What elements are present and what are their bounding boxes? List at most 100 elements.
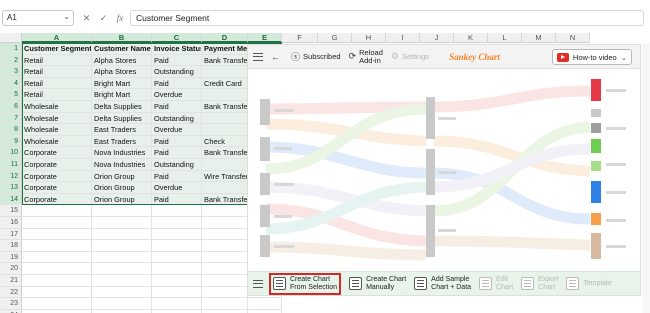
table-cell[interactable]: Bright Mart [92,89,152,101]
table-cell[interactable]: Corporate [22,193,92,206]
table-cell[interactable] [92,251,152,264]
reload-addin-button[interactable]: ⟳ Reload Add-in [349,48,383,65]
table-cell[interactable]: Corporate [22,159,92,171]
vertical-scrollbar[interactable] [642,43,650,313]
table-cell[interactable]: Check [202,135,248,148]
column-header-j[interactable]: J [420,33,454,43]
table-cell[interactable] [202,240,248,252]
table-cell[interactable]: East Traders [92,124,152,136]
table-cell[interactable]: Orion Group [92,193,152,206]
table-cell[interactable]: Paid [152,54,202,67]
table-cell[interactable]: Wire Transfer [202,170,248,183]
table-cell[interactable] [22,217,92,229]
table-cell[interactable] [152,263,202,275]
cancel-icon[interactable]: ✕ [83,13,91,24]
template-button[interactable]: Template [566,277,612,290]
table-cell[interactable]: Orion Group [92,182,152,194]
column-header-d[interactable]: D [202,33,248,43]
settings-button[interactable]: ⚙ Settings [391,51,429,62]
row-header[interactable]: 14 [0,193,22,206]
table-header-cell[interactable]: Customer Name [92,43,152,55]
table-cell[interactable] [92,275,152,287]
formula-input[interactable]: Customer Segment [130,10,644,26]
howto-video-dropdown[interactable]: How-to video ⌄ [551,49,632,65]
table-cell[interactable] [202,275,248,287]
table-cell[interactable]: Delta Supplies [92,101,152,113]
column-header-h[interactable]: H [352,33,386,43]
row-header[interactable]: 8 [0,124,22,136]
table-cell[interactable] [22,298,92,310]
table-cell[interactable] [152,251,202,264]
table-cell[interactable]: Wholesale [22,124,92,136]
table-header-cell[interactable]: Customer Segment [22,43,92,55]
table-cell[interactable]: Outstanding [152,112,202,125]
table-cell[interactable]: East Traders [92,135,152,148]
row-header[interactable]: 17 [0,228,22,241]
row-header[interactable]: 2 [0,54,22,67]
table-cell[interactable]: Wholesale [22,101,92,113]
table-cell[interactable] [92,217,152,229]
table-cell[interactable]: Bright Mart [92,77,152,90]
column-header-e[interactable]: E [248,33,282,43]
row-header[interactable]: 6 [0,101,22,113]
table-cell[interactable]: Outstanding [152,66,202,78]
table-cell[interactable] [202,228,248,241]
column-header-i[interactable]: I [386,33,420,43]
table-cell[interactable]: Paid [152,170,202,183]
column-header-c[interactable]: C [152,33,202,43]
table-cell[interactable]: Paid [152,193,202,206]
column-header-k[interactable]: K [454,33,488,43]
table-cell[interactable] [202,89,248,101]
table-cell[interactable] [152,205,202,217]
create-chart-from-selection-button[interactable]: Create Chart From Selection [269,272,342,295]
table-cell[interactable]: Paid [152,77,202,90]
table-cell[interactable] [22,263,92,275]
table-cell[interactable] [202,263,248,275]
table-cell[interactable] [202,159,248,171]
table-cell[interactable] [92,205,152,217]
table-cell[interactable]: Nova Industries [92,159,152,171]
table-cell[interactable] [202,112,248,125]
table-cell[interactable]: Bank Transfer [202,147,248,159]
table-cell[interactable]: Orion Group [92,170,152,183]
table-cell[interactable] [22,275,92,287]
table-cell[interactable]: Retail [22,77,92,90]
table-cell[interactable]: Corporate [22,170,92,183]
table-cell[interactable]: Retail [22,54,92,67]
back-button[interactable]: ← [271,52,283,62]
table-cell[interactable] [22,205,92,217]
table-cell[interactable] [202,298,248,310]
table-cell[interactable]: Overdue [152,89,202,101]
row-header[interactable]: 19 [0,251,22,264]
row-header[interactable]: 22 [0,286,22,299]
table-header-cell[interactable]: Invoice Status [152,43,202,55]
table-cell[interactable] [202,217,248,229]
table-cell[interactable] [92,286,152,299]
row-header[interactable]: 12 [0,170,22,183]
column-header-a[interactable]: A [22,33,92,43]
table-cell[interactable] [152,286,202,299]
table-cell[interactable] [202,251,248,264]
column-header-f[interactable]: F [282,33,318,43]
column-header-m[interactable]: M [522,33,556,43]
table-cell[interactable] [202,66,248,78]
table-cell[interactable] [22,251,92,264]
column-header-l[interactable]: L [488,33,522,43]
table-cell[interactable]: Retail [22,89,92,101]
table-cell[interactable] [202,286,248,299]
row-header[interactable]: 3 [0,66,22,78]
row-header[interactable]: 23 [0,298,22,310]
table-cell[interactable] [152,275,202,287]
table-cell[interactable]: Alpha Stores [92,66,152,78]
table-cell[interactable] [202,205,248,217]
edit-chart-button[interactable]: Edit Chart [479,276,513,292]
name-box[interactable]: A1 ⌄ [2,10,74,26]
table-cell[interactable]: Alpha Stores [92,54,152,67]
table-cell[interactable] [152,298,202,310]
row-header[interactable]: 9 [0,135,22,148]
table-cell[interactable]: Bank Transfer [202,101,248,113]
table-cell[interactable]: Outstanding [152,159,202,171]
table-cell[interactable]: Bank Transfer [202,193,248,206]
table-cell[interactable] [22,228,92,241]
row-header[interactable]: 5 [0,89,22,101]
